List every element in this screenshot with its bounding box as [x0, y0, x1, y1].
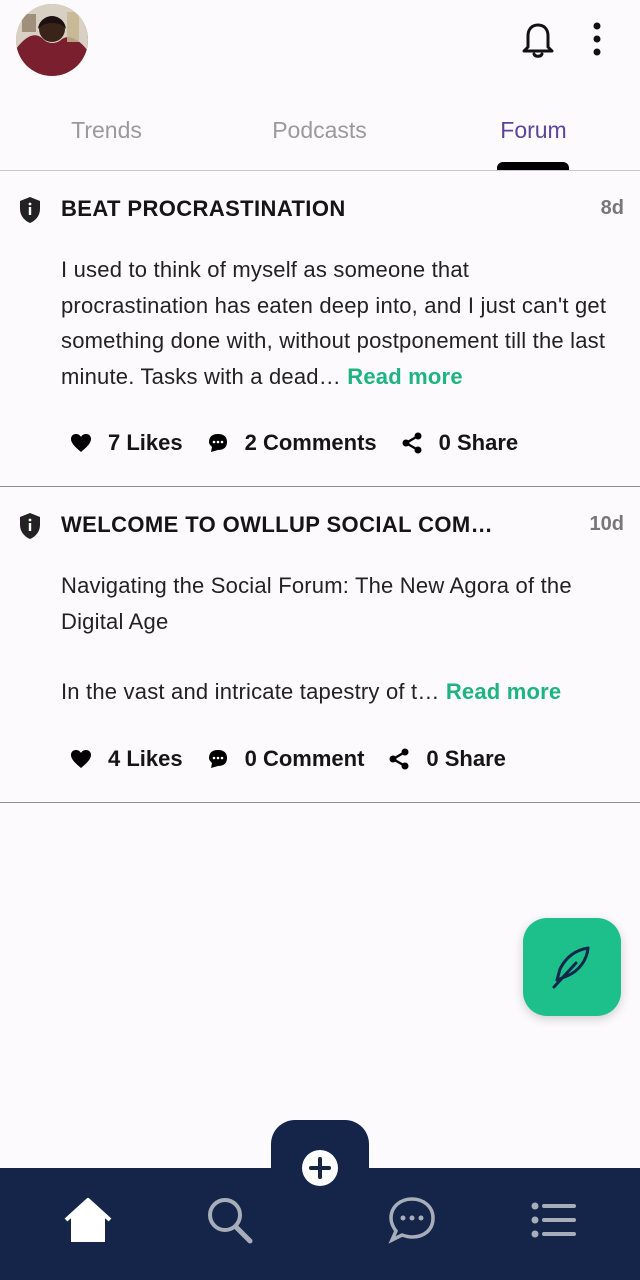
tab-trends[interactable]: Trends	[0, 96, 213, 170]
chat-icon[interactable]	[384, 1194, 440, 1246]
shares-count: 0 Share	[438, 430, 519, 455]
post-excerpt: Navigating the Social Forum: The New Ago…	[61, 568, 612, 710]
comments[interactable]: 0 Comment	[207, 746, 365, 772]
heart-icon	[71, 750, 91, 768]
post-excerpt-text: In the vast and intricate tapestry of t…	[61, 679, 440, 704]
comment-icon	[208, 750, 227, 768]
bell-icon[interactable]	[517, 18, 559, 60]
post-title[interactable]: BEAT PROCRASTINATION	[61, 196, 346, 222]
add-button[interactable]	[271, 1120, 369, 1216]
forum-post[interactable]: BEAT PROCRASTINATION 8d I used to think …	[0, 172, 640, 487]
more-vertical-icon[interactable]	[582, 18, 612, 60]
feather-pen-icon	[552, 946, 590, 989]
comments-count: 0 Comment	[244, 746, 365, 771]
post-excerpt-text: I used to think of myself as someone tha…	[61, 257, 607, 389]
comment-icon	[208, 434, 227, 452]
tab-forum[interactable]: Forum	[427, 96, 640, 170]
read-more-link[interactable]: Read more	[446, 679, 562, 704]
tab-podcasts[interactable]: Podcasts	[213, 96, 426, 170]
likes-count: 7 Likes	[108, 430, 183, 455]
likes-count: 4 Likes	[108, 746, 183, 771]
heart-icon	[71, 434, 91, 452]
post-excerpt-text: Navigating the Social Forum: The New Ago…	[61, 573, 572, 634]
share-icon	[389, 748, 409, 770]
shares[interactable]: 0 Share	[401, 430, 519, 456]
read-more-link[interactable]: Read more	[347, 364, 463, 389]
shield-icon	[18, 512, 42, 540]
compose-post-button[interactable]	[523, 918, 621, 1016]
post-age: 8d	[600, 197, 624, 219]
list-icon[interactable]	[525, 1194, 581, 1246]
shares[interactable]: 0 Share	[388, 746, 506, 772]
plus-icon	[302, 1150, 338, 1186]
top-bar	[0, 0, 640, 95]
share-icon	[402, 432, 422, 454]
user-avatar[interactable]	[16, 4, 88, 76]
shield-icon	[18, 196, 42, 224]
forum-post[interactable]: WELCOME TO OWLLUP SOCIAL COM… 10d Naviga…	[0, 488, 640, 803]
section-tabs: Trends Podcasts Forum	[0, 96, 640, 171]
home-icon[interactable]	[60, 1194, 116, 1246]
comments[interactable]: 2 Comments	[207, 430, 377, 456]
shares-count: 0 Share	[426, 746, 506, 771]
post-stats: 7 Likes 2 Comments 0 Share	[70, 430, 542, 456]
post-age: 10d	[589, 513, 624, 535]
search-icon[interactable]	[201, 1194, 257, 1246]
post-excerpt: I used to think of myself as someone tha…	[61, 252, 612, 394]
comments-count: 2 Comments	[244, 430, 377, 455]
post-stats: 4 Likes 0 Comment 0 Share	[70, 746, 530, 772]
likes[interactable]: 7 Likes	[70, 430, 183, 456]
post-title[interactable]: WELCOME TO OWLLUP SOCIAL COM…	[61, 512, 493, 538]
likes[interactable]: 4 Likes	[70, 746, 183, 772]
active-tab-indicator	[497, 162, 569, 170]
